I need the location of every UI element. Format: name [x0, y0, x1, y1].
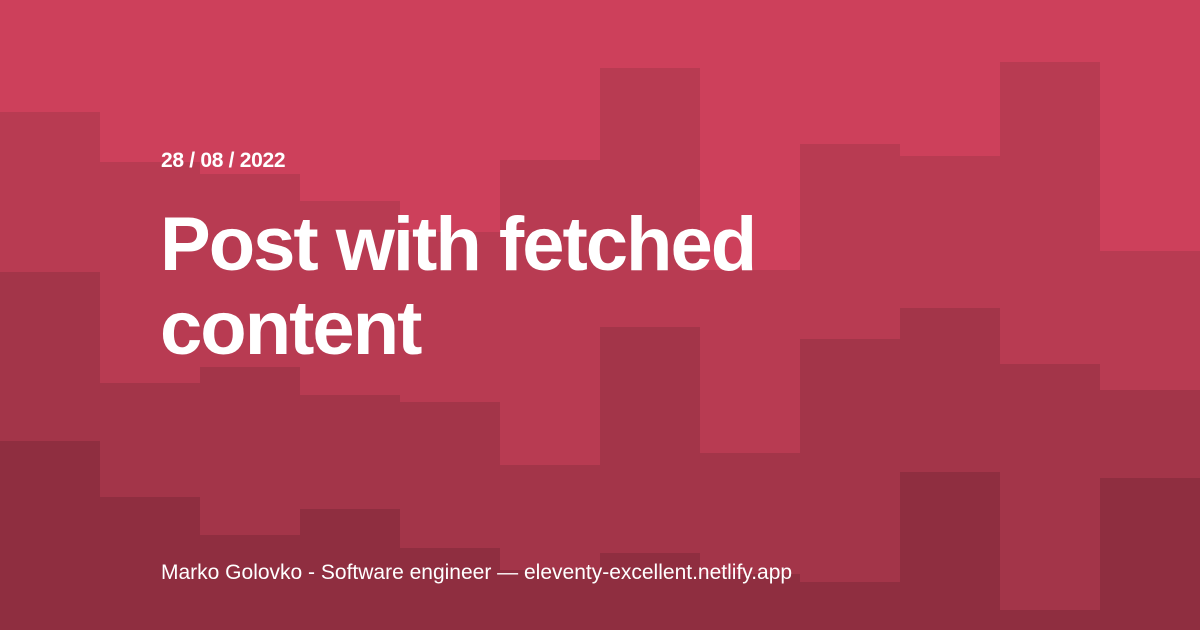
site-footer-text: Marko Golovko - Software engineer — elev… — [161, 561, 793, 584]
social-card: 28 / 08 / 2022 Post with fetched content… — [0, 0, 1200, 630]
post-date: 28 / 08 / 2022 — [161, 149, 286, 172]
post-title: Post with fetched content — [160, 202, 757, 371]
